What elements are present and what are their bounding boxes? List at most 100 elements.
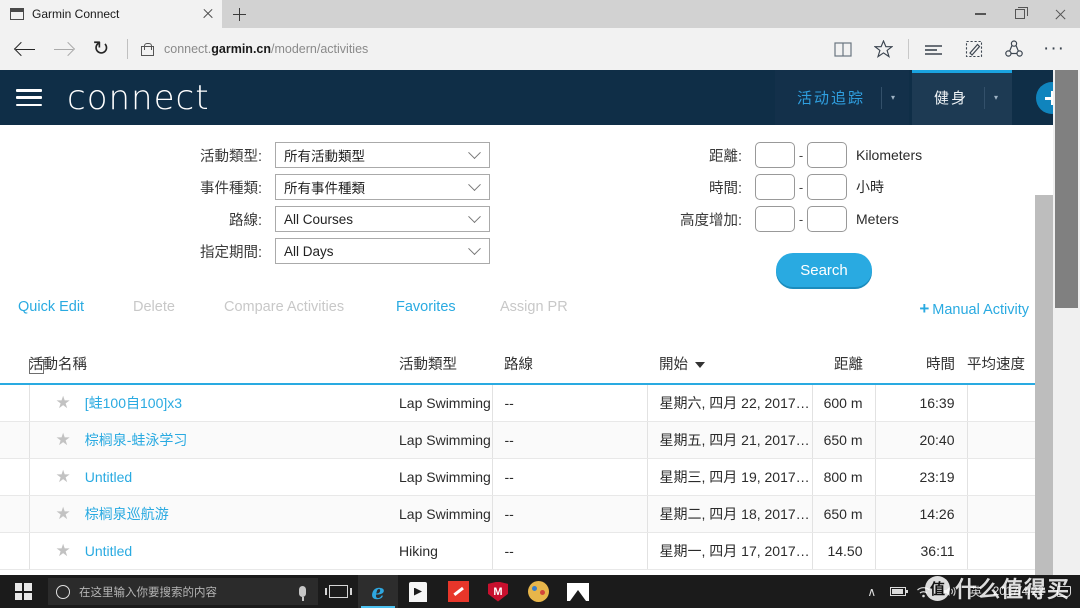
row-distance-cell: 650 m	[812, 495, 876, 533]
table-row[interactable]: ★ 棕榈泉巡航游 Lap Swimming -- 星期二, 四月 18, 2017…	[0, 495, 1036, 533]
row-course-cell: --	[492, 421, 648, 459]
maximize-button[interactable]	[1000, 0, 1040, 28]
microphone-icon[interactable]	[299, 586, 306, 601]
reload-icon: ↻	[92, 38, 110, 60]
column-header-type[interactable]: 活動類型	[387, 353, 492, 385]
taskbar-app-store[interactable]	[398, 575, 438, 608]
distance-min-input[interactable]	[755, 142, 795, 168]
back-button[interactable]	[6, 30, 44, 68]
task-view-button[interactable]	[318, 575, 358, 608]
activity-name-link[interactable]: Untitled	[85, 469, 132, 485]
activity-name-link[interactable]: 棕榈泉巡航游	[85, 506, 169, 522]
elevation-max-input[interactable]	[807, 206, 847, 232]
taskbar-app-red[interactable]	[438, 575, 478, 608]
column-header-course[interactable]: 路線	[492, 353, 647, 385]
reading-view-icon[interactable]	[823, 30, 863, 68]
battery-icon[interactable]	[885, 575, 911, 608]
activity-type-select[interactable]: 所有活動類型	[275, 142, 490, 168]
ime-indicator[interactable]: 英	[963, 575, 989, 608]
favorite-star-icon[interactable]: ★	[56, 541, 71, 560]
table-row[interactable]: ★ Untitled Lap Swimming -- 星期三, 四月 19, 20…	[0, 458, 1036, 496]
web-page: connect 活动追踪 ▾ 健身 ▾ 活動類型: 所有活動類型 事件種類: 所…	[0, 70, 1080, 575]
table-row[interactable]: ★ 棕榈泉-蛙泳学习 Lap Swimming -- 星期五, 四月 21, 20…	[0, 421, 1036, 459]
chevron-down-icon[interactable]: ▾	[882, 93, 909, 102]
column-header-start[interactable]: 開始	[647, 353, 812, 385]
wifi-icon[interactable]	[911, 575, 937, 608]
web-note-icon[interactable]	[954, 30, 994, 68]
time-max-input[interactable]	[807, 174, 847, 200]
red-app-icon	[447, 581, 469, 602]
row-start-cell: 星期一, 四月 17, 2017 7…	[647, 532, 813, 570]
date-range-select[interactable]: All Days	[275, 238, 490, 264]
forward-button[interactable]	[44, 30, 82, 68]
column-header-distance[interactable]: 距離	[812, 353, 875, 385]
minimize-button[interactable]	[960, 0, 1000, 28]
hub-lines-icon[interactable]	[914, 30, 954, 68]
favorite-star-icon[interactable]: ★	[56, 430, 71, 449]
search-button[interactable]: Search	[776, 253, 872, 287]
nav-tab-activity-tracking[interactable]: 活动追踪 ▾	[774, 70, 909, 125]
task-view-icon	[324, 585, 352, 598]
time-min-input[interactable]	[755, 174, 795, 200]
favorites-action[interactable]: Favorites	[396, 299, 456, 315]
taskbar-app-photos[interactable]	[558, 575, 598, 608]
filter-label: 路線:	[228, 212, 262, 229]
table-row[interactable]: ★ [蛙100自100]x3 Lap Swimming -- 星期六, 四月 22…	[0, 384, 1036, 422]
filter-label: 時間:	[708, 180, 742, 197]
star-favorites-icon[interactable]	[863, 30, 903, 68]
taskbar-clock[interactable]: 2017/4/22	[989, 585, 1052, 599]
browser-tab[interactable]: Garmin Connect	[0, 0, 222, 28]
start-button[interactable]	[0, 575, 46, 608]
favorite-star-icon[interactable]: ★	[56, 467, 71, 486]
column-header-time[interactable]: 時間	[875, 353, 967, 385]
action-center-button[interactable]	[1052, 575, 1076, 608]
search-placeholder: 在这里输入你要搜索的内容	[79, 586, 217, 599]
quick-edit-action[interactable]: Quick Edit	[18, 299, 84, 315]
search-input[interactable]: 在这里输入你要搜索的内容	[48, 578, 318, 605]
taskbar-app-edge[interactable]: e	[358, 575, 398, 608]
address-bar[interactable]: connect.garmin.cn/modern/activities	[164, 42, 823, 56]
favorite-star-icon[interactable]: ★	[56, 393, 71, 412]
back-arrow-icon	[15, 40, 35, 59]
new-tab-button[interactable]	[222, 0, 256, 28]
navigation-bar: ↻ connect.garmin.cn/modern/activities ··…	[0, 28, 1080, 70]
activities-table-wrapper: 活動名稱 活動類型 路線 開始 距離 時間 平均速度 ★ [蛙100自100]x…	[0, 353, 1036, 570]
store-icon	[409, 581, 427, 602]
reload-button[interactable]: ↻	[82, 30, 120, 68]
more-ellipsis-icon[interactable]: ···	[1034, 30, 1074, 68]
course-select[interactable]: All Courses	[275, 206, 490, 232]
taskbar-app-paint[interactable]	[518, 575, 558, 608]
window-controls	[960, 0, 1080, 28]
inner-scroll-gutter[interactable]	[1035, 195, 1053, 575]
activity-name-link[interactable]: 棕榈泉-蛙泳学习	[85, 432, 188, 448]
activity-name-link[interactable]: Untitled	[85, 543, 132, 559]
favorite-star-icon[interactable]: ★	[56, 504, 71, 523]
filter-label: 活動類型:	[199, 148, 262, 165]
share-icon[interactable]	[994, 30, 1034, 68]
url-prefix: connect.	[164, 42, 212, 56]
volume-icon[interactable]	[937, 575, 963, 608]
site-header: connect 活动追踪 ▾ 健身 ▾	[0, 70, 1080, 125]
manual-activity-button[interactable]: + Manual Activity	[919, 299, 1029, 319]
range-separator: -	[798, 211, 804, 227]
chevron-down-icon[interactable]: ▾	[985, 93, 1012, 102]
row-checkbox-cell	[0, 421, 30, 459]
column-header-avg-speed[interactable]: 平均速度	[967, 353, 1035, 385]
show-hidden-icons-button[interactable]: ∧	[859, 575, 885, 608]
activity-name-link[interactable]: [蛙100自100]x3	[85, 395, 182, 411]
windows-logo-icon	[14, 583, 32, 600]
distance-max-input[interactable]	[807, 142, 847, 168]
row-avgspeed-cell	[967, 495, 1036, 533]
event-type-select[interactable]: 所有事件種類	[275, 174, 490, 200]
table-row[interactable]: ★ Untitled Hiking -- 星期一, 四月 17, 2017 7… …	[0, 532, 1036, 570]
table-body: ★ [蛙100自100]x3 Lap Swimming -- 星期六, 四月 22…	[0, 384, 1036, 570]
column-header-name[interactable]: 活動名稱	[29, 353, 387, 385]
close-tab-icon[interactable]	[200, 6, 216, 22]
taskbar-app-mcafee[interactable]: M	[478, 575, 518, 608]
close-window-button[interactable]	[1040, 0, 1080, 28]
nav-tab-fitness[interactable]: 健身 ▾	[911, 70, 1013, 125]
scrollbar-thumb[interactable]	[1055, 70, 1078, 308]
page-vertical-scrollbar[interactable]	[1053, 70, 1080, 575]
elevation-min-input[interactable]	[755, 206, 795, 232]
hamburger-menu-icon[interactable]	[16, 89, 42, 106]
